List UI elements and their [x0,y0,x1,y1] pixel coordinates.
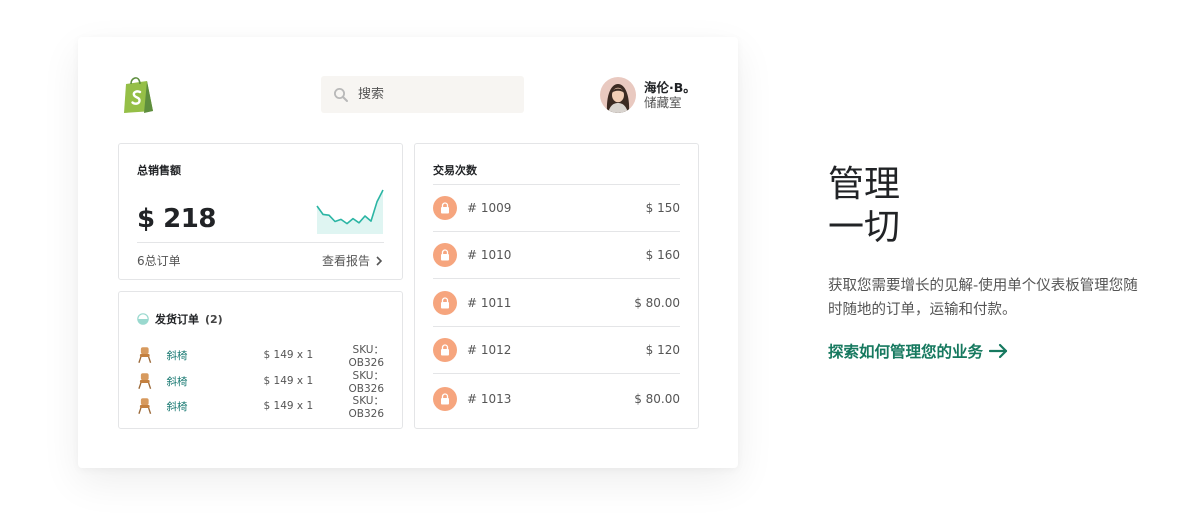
order-row[interactable]: 斜椅 $ 149 x 1 SKU：OB326 [137,394,384,420]
transaction-id: # 1009 [467,201,512,215]
transaction-row[interactable]: # 1012 $ 120 [433,327,680,374]
store-name: 储藏室 [644,95,682,110]
product-price: $ 149 x 1 [263,349,314,361]
view-report-label: 查看报告 [321,254,370,268]
panel-title: 总销售额 [137,164,181,177]
product-sku: SKU：OB326 [348,369,384,395]
divider [137,242,384,243]
product-sku: SKU：OB326 [348,343,384,369]
order-row[interactable]: 斜椅 $ 149 x 1 SKU：OB326 [137,343,384,369]
product-price: $ 149 x 1 [263,375,314,387]
transaction-row[interactable]: # 1013 $ 80.00 [433,375,680,422]
search-bar[interactable] [321,76,524,113]
total-orders-text: 6总订单 [137,254,181,268]
chair-icon [138,398,152,414]
view-report-link[interactable]: 查看报告 [322,252,384,269]
product-sku: SKU：OB326 [348,394,384,420]
panel-title: 交易次数 [433,164,477,177]
transaction-id: # 1011 [467,296,512,310]
cta-label: 探索如何管理您的业务 [828,343,984,361]
lock-icon [433,338,457,362]
transactions-panel: 交易次数 # 1009 $ 150 # 1010 $ 160 # 1011 $ … [414,143,699,429]
promo-heading-line: 管理 [828,164,901,205]
transaction-row[interactable]: # 1010 $ 160 [433,232,680,279]
avatar [600,77,636,113]
product-price: $ 149 x 1 [263,400,314,412]
transaction-amount: $ 160 [645,248,680,262]
user-menu[interactable]: 海伦·B。 储藏室 [600,77,696,113]
transaction-amount: $ 80.00 [634,391,680,406]
half-circle-status-icon [137,313,149,325]
dashboard-card: 海伦·B。 储藏室 总销售额 $ 218 6总订单 查看报告 发货订单 (2) [78,37,738,468]
transaction-id: # 1012 [467,343,512,357]
lock-icon [433,196,457,220]
order-row[interactable]: 斜椅 $ 149 x 1 SKU：OB326 [137,369,384,395]
product-name[interactable]: 斜椅 [167,374,264,389]
lock-icon [433,291,457,315]
product-name[interactable]: 斜椅 [167,399,264,414]
transaction-amount: $ 150 [645,201,680,215]
sales-amount: $ 218 [137,204,216,234]
search-icon [334,87,348,102]
transaction-amount: $ 120 [645,343,680,357]
lock-icon [433,243,457,267]
sales-trend-sparkline [316,189,384,234]
promo-heading: 管理 一切 [828,163,900,249]
transaction-amount: $ 80.00 [634,296,680,310]
transaction-row[interactable]: # 1011 $ 80.00 [433,280,680,327]
fulfill-orders-panel: 发货订单 (2) 斜椅 $ 149 x 1 SKU：OB326 斜椅 $ 149… [118,291,403,429]
shopify-bag-icon[interactable] [120,75,156,115]
search-input[interactable] [358,87,508,102]
transaction-row[interactable]: # 1009 $ 150 [433,185,680,232]
transaction-id: # 1010 [467,248,512,262]
promo-description: 获取您需要增长的见解-使用单个仪表板管理您随时随地的订单，运输和付款。 [828,278,1138,318]
transaction-id: # 1013 [467,391,512,406]
orders-header: 发货订单 (2) [137,311,223,327]
product-name[interactable]: 斜椅 [167,348,264,363]
orders-title: 发货订单 [155,313,199,326]
chair-icon [138,373,152,389]
lock-icon [433,386,457,411]
promo-heading-line: 一切 [828,207,901,248]
total-sales-panel: 总销售额 $ 218 6总订单 查看报告 [118,143,403,280]
user-name: 海伦·B。 [644,80,696,95]
arrow-right-icon [989,343,1008,359]
orders-count: (2) [205,312,223,326]
chair-icon [138,347,152,363]
explore-cta-link[interactable]: 探索如何管理您的业务 [828,340,1009,362]
chevron-right-icon [376,255,383,266]
